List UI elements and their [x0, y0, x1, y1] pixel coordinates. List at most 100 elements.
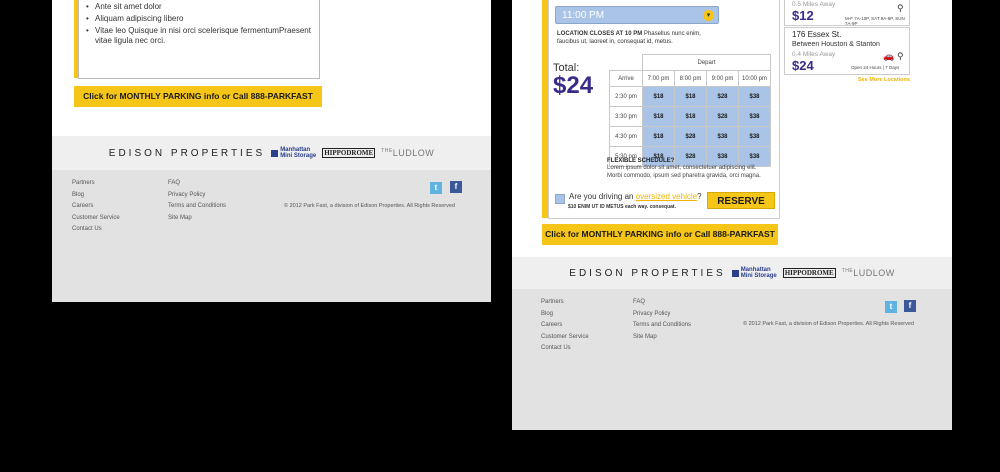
- arrive-time: 4:30 pm: [609, 126, 643, 147]
- total-price: $24: [553, 72, 594, 99]
- arrive-time: 3:30 pm: [609, 106, 643, 127]
- brand-strip: EDISON PROPERTIES Manhattan Mini Storage …: [52, 136, 491, 170]
- location-cross-streets: Between Houston & Stanton: [792, 41, 880, 48]
- location-hours: Open 24 Hours | 7 Days: [851, 65, 900, 70]
- price-cell[interactable]: $28: [706, 106, 739, 127]
- flexible-schedule-title: FLEXIBLE SCHEDULE?: [607, 158, 675, 164]
- footer-link-faq[interactable]: FAQ: [633, 297, 691, 309]
- car-icon: 🚗: [883, 51, 895, 61]
- price-cell[interactable]: $38: [738, 106, 771, 127]
- depart-header: Depart: [642, 54, 771, 71]
- edison-properties-wordmark: EDISON PROPERTIES: [108, 147, 266, 159]
- facebook-icon[interactable]: f: [450, 181, 462, 193]
- twitter-icon[interactable]: t: [430, 182, 442, 194]
- hippodrome-logo[interactable]: HIPPODROME: [322, 148, 376, 158]
- price-cell[interactable]: $18: [642, 126, 675, 147]
- price-cell[interactable]: $28: [674, 146, 707, 167]
- footer-link-terms[interactable]: Terms and Conditions: [168, 201, 226, 213]
- location-price: $24: [792, 58, 814, 73]
- bike-icon: ⚲: [897, 51, 904, 61]
- footer: Partners Blog Careers Customer Service C…: [52, 170, 491, 302]
- price-cell[interactable]: $38: [706, 126, 739, 147]
- footer-col-2: FAQ Privacy Policy Terms and Conditions …: [633, 297, 691, 343]
- feature-item: Vitae leo Quisque in nisi orci scelerisq…: [86, 26, 319, 46]
- location-distance: 0.4 Miles Away: [792, 51, 836, 58]
- location-price: $12: [792, 8, 814, 23]
- price-cell[interactable]: $28: [674, 126, 707, 147]
- chevron-down-icon: ▾: [703, 10, 714, 21]
- table-row: 2:30 pm $18 $18 $28 $38: [609, 86, 771, 107]
- footer-link-contact-us[interactable]: Contact Us: [541, 343, 589, 355]
- footer-link-blog[interactable]: Blog: [541, 309, 589, 321]
- oversize-checkbox[interactable]: [555, 194, 565, 204]
- table-row: 3:30 pm $18 $18 $28 $38: [609, 106, 771, 127]
- location-card[interactable]: 0.5 Miles Away $12 ⚲ M-F 7A-10P, SAT 9A-…: [784, 0, 910, 26]
- location-hours: M-F 7A-10P, SAT 9A-6P, SUN 7A-9P: [845, 16, 905, 26]
- ludlow-logo[interactable]: THELUDLOW: [381, 148, 434, 158]
- location-card[interactable]: 176 Essex St. Between Houston & Stanton …: [784, 27, 910, 75]
- monthly-parking-button[interactable]: Click for MONTHLY PARKING info or Call 8…: [542, 224, 778, 245]
- left-page-panel: Ante sit amet dolor Aliquam adipiscing l…: [52, 0, 491, 302]
- ludlow-logo[interactable]: THELUDLOW: [842, 268, 895, 278]
- oversize-question: Are you driving an oversized vehicle?: [569, 192, 702, 201]
- hippodrome-logo[interactable]: HIPPODROME: [782, 268, 836, 278]
- flexible-schedule-text: Lorem ipsum dolor sit amet, consectetuer…: [607, 165, 761, 179]
- footer-col-1: Partners Blog Careers Customer Service C…: [541, 297, 589, 355]
- right-page-panel: 11:00 PM ▾ LOCATION CLOSES AT 10 PM Phas…: [512, 0, 952, 430]
- reservation-form: 11:00 PM ▾ LOCATION CLOSES AT 10 PM Phas…: [548, 0, 780, 219]
- price-cell[interactable]: $38: [738, 86, 771, 107]
- feature-item: Ante sit amet dolor: [86, 2, 319, 12]
- location-distance: 0.5 Miles Away: [792, 1, 836, 8]
- price-cell[interactable]: $18: [674, 86, 707, 107]
- edison-properties-wordmark: EDISON PROPERTIES: [569, 267, 726, 279]
- twitter-icon[interactable]: t: [885, 301, 897, 313]
- location-name: 176 Essex St.: [792, 30, 842, 39]
- footer-link-contact-us[interactable]: Contact Us: [72, 224, 120, 236]
- price-cell[interactable]: $38: [706, 146, 739, 167]
- manhattan-mini-storage-logo[interactable]: Manhattan Mini Storage: [731, 267, 777, 279]
- monthly-parking-button[interactable]: Click for MONTHLY PARKING info or Call 8…: [74, 86, 322, 107]
- footer-link-careers[interactable]: Careers: [541, 320, 589, 332]
- reserve-button[interactable]: RESERVE: [707, 192, 775, 209]
- footer-link-faq[interactable]: FAQ: [168, 178, 226, 190]
- mms-mark-icon: [271, 149, 279, 157]
- footer-link-sitemap[interactable]: Site Map: [633, 332, 691, 344]
- see-more-locations-link[interactable]: See More Locations: [858, 77, 910, 83]
- footer-link-sitemap[interactable]: Site Map: [168, 213, 226, 225]
- footer-link-blog[interactable]: Blog: [72, 190, 120, 202]
- footer-link-terms[interactable]: Terms and Conditions: [633, 320, 691, 332]
- footer-link-partners[interactable]: Partners: [541, 297, 589, 309]
- depart-time: 9:00 pm: [706, 70, 739, 87]
- arrive-header: Arrive: [609, 70, 643, 87]
- footer-link-privacy[interactable]: Privacy Policy: [168, 190, 226, 202]
- rate-table: Depart Arrive 7:00 pm 8:00 pm 9:00 pm 10…: [609, 54, 771, 167]
- footer-link-customer-service[interactable]: Customer Service: [72, 213, 120, 225]
- brand-strip: EDISON PROPERTIES Manhattan Mini Storage …: [512, 257, 952, 289]
- copyright-text: © 2012 Park Fast, a division of Edison P…: [743, 321, 914, 327]
- time-select[interactable]: 11:00 PM ▾: [555, 6, 719, 24]
- footer-link-partners[interactable]: Partners: [72, 178, 120, 190]
- price-cell[interactable]: $18: [674, 106, 707, 127]
- price-cell[interactable]: $18: [642, 86, 675, 107]
- depart-time: 8:00 pm: [674, 70, 707, 87]
- oversized-vehicle-link[interactable]: oversized vehicle: [636, 192, 697, 201]
- price-cell[interactable]: $38: [738, 146, 771, 167]
- footer-link-privacy[interactable]: Privacy Policy: [633, 309, 691, 321]
- footer-col-1: Partners Blog Careers Customer Service C…: [72, 178, 120, 236]
- feature-list-box: Ante sit amet dolor Aliquam adipiscing l…: [78, 0, 320, 79]
- bike-icon: ⚲: [897, 3, 904, 13]
- manhattan-mini-storage-logo[interactable]: Manhattan Mini Storage: [271, 147, 316, 159]
- footer-col-2: FAQ Privacy Policy Terms and Conditions …: [168, 178, 226, 224]
- footer-link-careers[interactable]: Careers: [72, 201, 120, 213]
- facebook-icon[interactable]: f: [904, 300, 916, 312]
- depart-time: 10:00 pm: [738, 70, 771, 87]
- arrive-time: 2:30 pm: [609, 86, 643, 107]
- footer: Partners Blog Careers Customer Service C…: [512, 289, 952, 430]
- price-cell[interactable]: $38: [738, 126, 771, 147]
- price-cell[interactable]: $18: [642, 106, 675, 127]
- footer-link-customer-service[interactable]: Customer Service: [541, 332, 589, 344]
- table-row: 4:30 pm $18 $28 $38 $38: [609, 126, 771, 147]
- mms-mark-icon: [731, 269, 739, 277]
- copyright-text: © 2012 Park Fast, a division of Edison P…: [284, 203, 455, 209]
- price-cell[interactable]: $28: [706, 86, 739, 107]
